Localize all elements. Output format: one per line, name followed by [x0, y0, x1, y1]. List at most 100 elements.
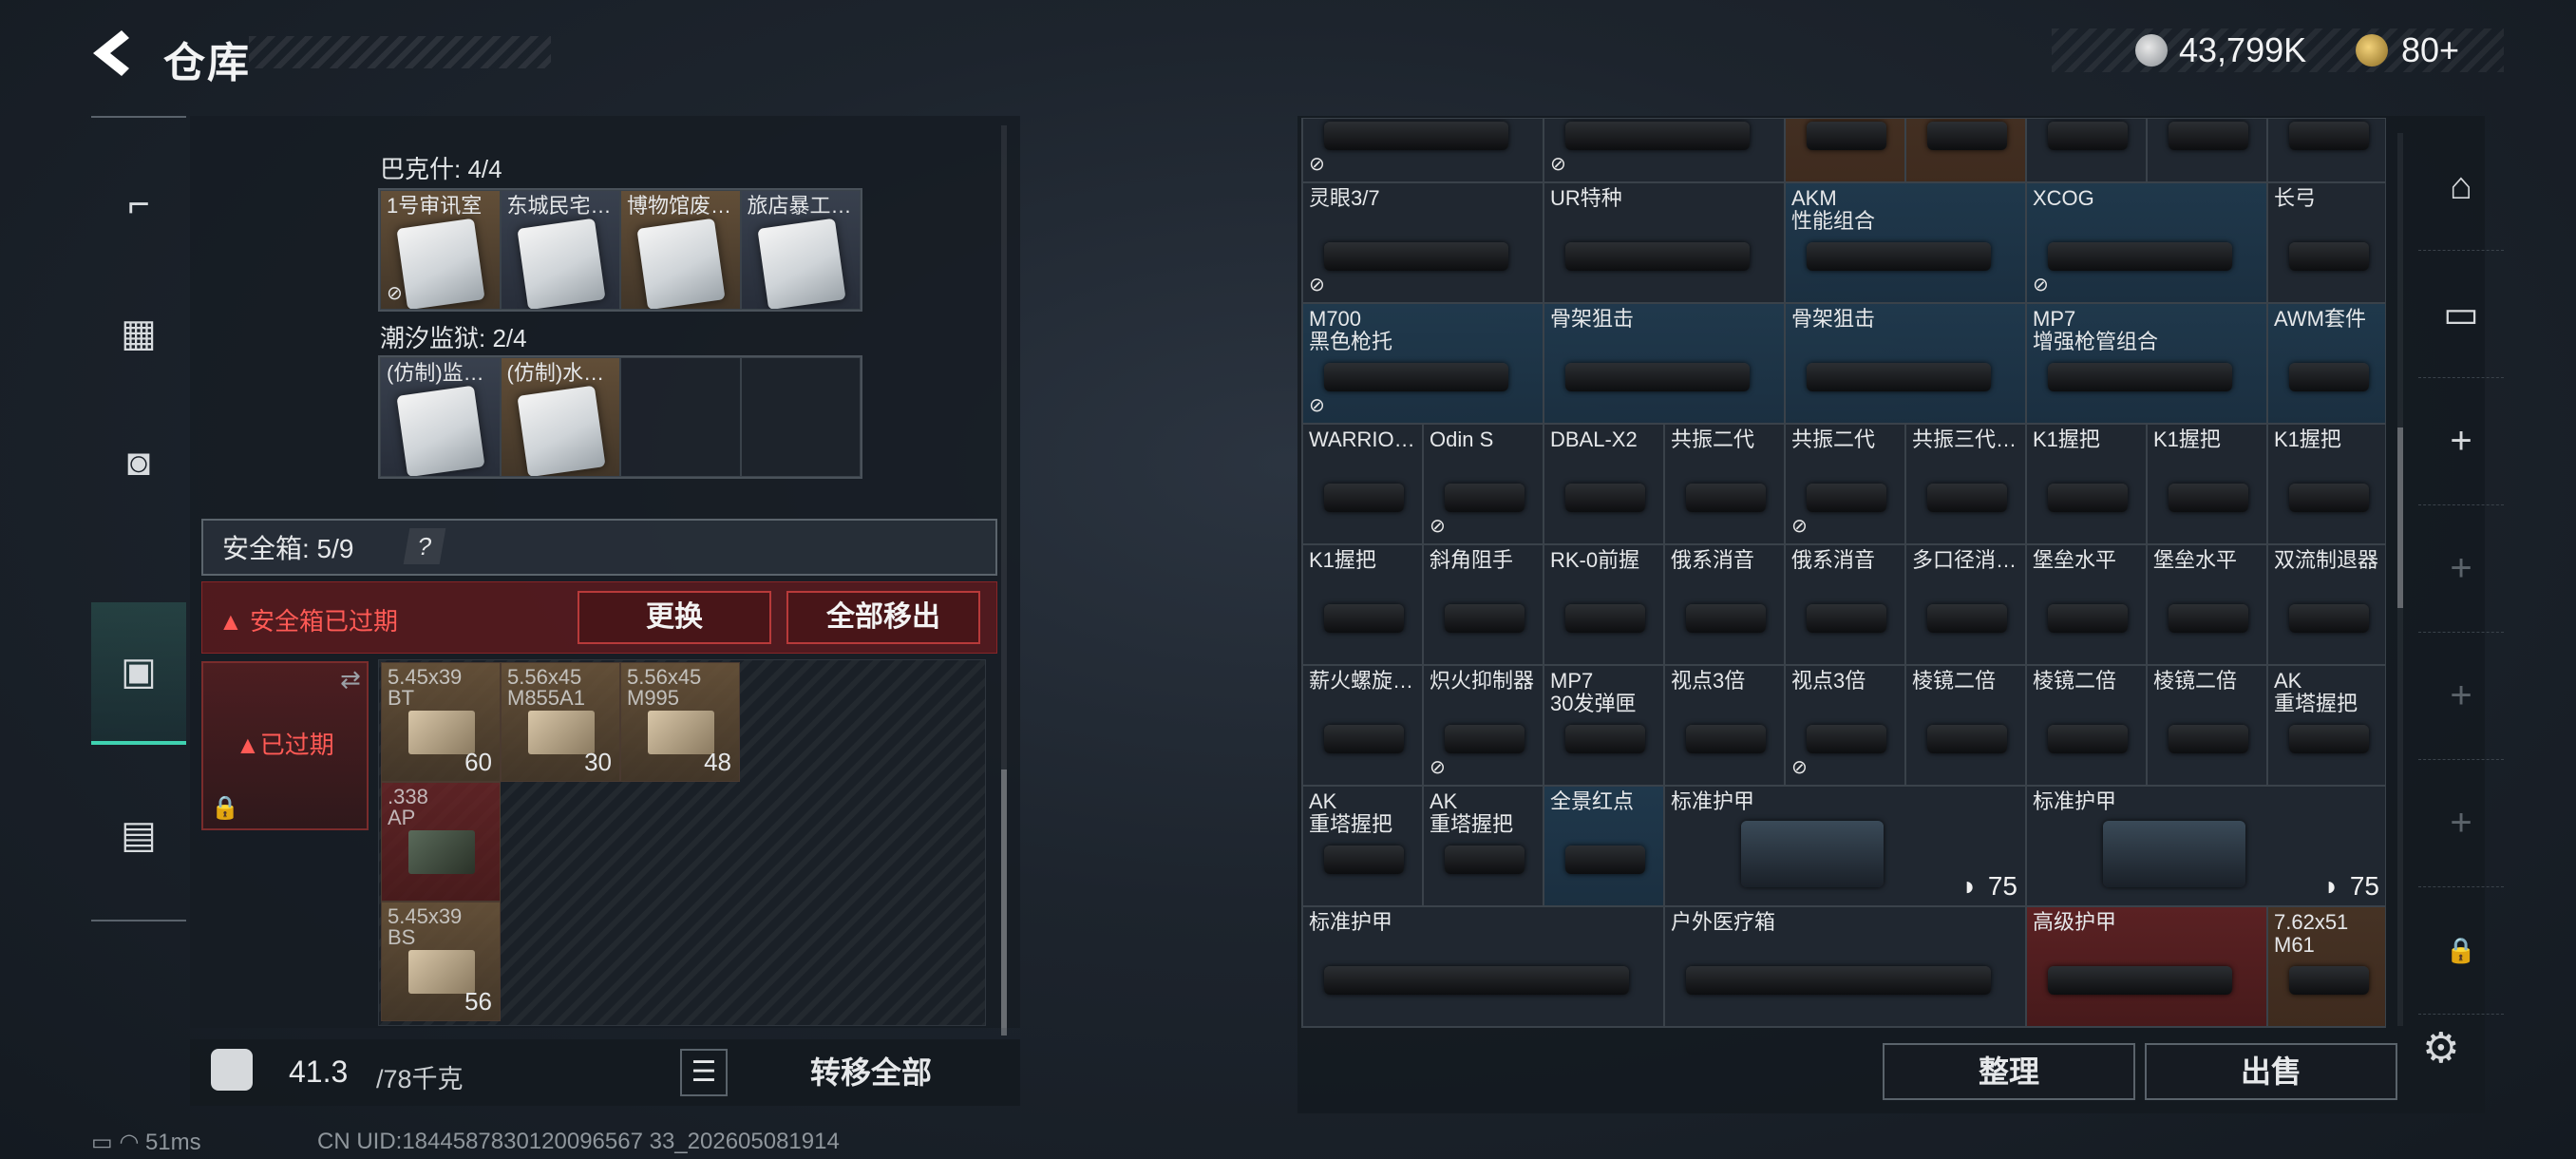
nav-safebox[interactable]: ▣ — [91, 602, 186, 745]
inventory-item[interactable]: AWM套件 — [2267, 303, 2385, 424]
inventory-item[interactable]: 共振三代… — [1905, 424, 2026, 544]
inventory-item[interactable]: AK 重塔握把 — [2267, 665, 2385, 786]
inventory-item[interactable]: 高级护甲 — [2026, 906, 2267, 1027]
sort-button[interactable]: 整理 — [1883, 1043, 2135, 1100]
inventory-item[interactable]: AK 重塔握把 — [1423, 786, 1544, 906]
inventory-item[interactable]: 视点3倍 ⊘ — [1785, 665, 1905, 786]
inventory-item[interactable]: 海盗弯刀 — [2026, 119, 2147, 182]
inventory-item[interactable]: 视点3倍 — [1664, 665, 1785, 786]
inventory-item[interactable]: 棱镜二倍 — [1905, 665, 2026, 786]
item-image — [1324, 122, 1508, 150]
rail-add-3[interactable]: + — [2418, 633, 2504, 760]
item-name: AK 重塔握把 — [2274, 669, 2358, 715]
inventory-item[interactable]: 堡垒水平 — [2147, 544, 2267, 665]
item-image — [1807, 725, 1886, 753]
inventory-item[interactable]: 骨架狙击 — [1785, 303, 2026, 424]
nav-weapons[interactable]: ⌐ — [91, 152, 186, 256]
empty-slot[interactable] — [740, 357, 861, 477]
keycard-slot[interactable]: (仿制)水… — [500, 357, 620, 477]
rail-add-4[interactable]: + — [2418, 760, 2504, 887]
inventory-item[interactable]: 灵眼3/7 ⊘ — [1302, 182, 1544, 303]
keycard-slot[interactable]: 博物馆废… — [620, 190, 741, 310]
ammo-slot[interactable]: 5.45x39 BT 60 — [381, 662, 501, 782]
inventory-item[interactable]: 棱镜二倍 — [2147, 665, 2267, 786]
ammo-slot[interactable]: 5.56x45 M855A1 30 — [501, 662, 620, 782]
keycard-slot[interactable]: 旅店暴工… — [740, 190, 861, 310]
inventory-item[interactable]: 海盗弯刀 — [2147, 119, 2267, 182]
inventory-item[interactable]: 薪火螺旋… — [1302, 665, 1423, 786]
coin-balance[interactable]: 43,799K — [2179, 30, 2306, 70]
rail-lock[interactable]: 🔒 — [2418, 887, 2504, 1015]
token-balance[interactable]: 80+ — [2401, 30, 2459, 70]
nav-toolbox[interactable]: ▤ — [91, 783, 186, 887]
inventory-item[interactable]: MP7 30发弹匣 — [1544, 665, 1664, 786]
item-image — [2048, 242, 2232, 271]
inventory-item[interactable]: ⊘ — [1302, 119, 1544, 182]
inventory-item[interactable]: XCOG ⊘ — [2026, 182, 2267, 303]
inventory-item[interactable]: K1握把 — [2147, 424, 2267, 544]
group-label-bakhsh: 巴克什: 4/4 — [380, 155, 502, 183]
inventory-item[interactable]: 处理器 — [1905, 119, 2026, 182]
inventory-item[interactable]: 海盗弯刀 — [2267, 119, 2385, 182]
sell-button[interactable]: 出售 — [2145, 1043, 2397, 1100]
inventory-item[interactable]: AK 重塔握把 — [1302, 786, 1423, 906]
inventory-item[interactable]: 骨架狙击 — [1544, 303, 1785, 424]
inventory-item[interactable]: WARRIO… — [1302, 424, 1423, 544]
rail-add-1[interactable]: + — [2418, 378, 2504, 505]
inventory-item[interactable]: 俄系消音 — [1664, 544, 1785, 665]
inventory-item[interactable]: 标准护甲 — [1302, 906, 1664, 1027]
nav-armor[interactable]: ▦ — [91, 281, 186, 386]
inventory-item[interactable]: Odin S ⊘ — [1423, 424, 1544, 544]
help-button[interactable]: ? — [403, 528, 446, 564]
inventory-item[interactable]: K1握把 — [1302, 544, 1423, 665]
empty-slot[interactable] — [620, 357, 741, 477]
inventory-item[interactable]: 堡垒水平 — [2026, 544, 2147, 665]
ammo-slot[interactable]: 5.56x45 M995 48 — [620, 662, 740, 782]
inventory-item[interactable]: 共振二代 — [1664, 424, 1785, 544]
inventory-item[interactable]: 炽火抑制器 ⊘ — [1423, 665, 1544, 786]
keycard-slot[interactable]: 东城民宅… — [500, 190, 620, 310]
move-all-out-button[interactable]: 全部移出 — [786, 591, 980, 644]
inventory-item[interactable]: 俄系消音 — [1785, 544, 1905, 665]
inventory-item[interactable]: ⊘ — [1544, 119, 1785, 182]
keycard-slot[interactable]: 1号审讯室 ⊘ — [380, 190, 501, 310]
inventory-item[interactable]: 多口径消… — [1905, 544, 2026, 665]
inventory-item[interactable]: 处理器 — [1785, 119, 1905, 182]
list-view-button[interactable]: ☰ — [680, 1049, 728, 1096]
inventory-item[interactable]: 双流制退器 — [2267, 544, 2385, 665]
inventory-item[interactable]: 标准护甲 ◗ 75 — [2026, 786, 2385, 906]
back-arrow-icon[interactable] — [87, 27, 135, 80]
keycard-slot[interactable]: (仿制)监… — [380, 357, 501, 477]
inventory-item[interactable]: M700 黑色枪托 ⊘ — [1302, 303, 1544, 424]
swap-arrows-icon[interactable]: ⇄ — [340, 665, 361, 694]
inventory-item[interactable]: 7.62x51 M61 — [2267, 906, 2385, 1027]
ammo-box-icon — [408, 830, 475, 874]
inventory-item[interactable]: 长弓 — [2267, 182, 2385, 303]
inventory-item[interactable]: 棱镜二倍 — [2026, 665, 2147, 786]
inventory-item[interactable]: UR特种 — [1544, 182, 1785, 303]
swap-button[interactable]: 更换 — [578, 591, 771, 644]
inventory-item[interactable]: 斜角阻手 — [1423, 544, 1544, 665]
ammo-slot[interactable]: .338 AP — [381, 782, 501, 902]
rail-shop[interactable]: ⌂ — [2418, 124, 2504, 251]
transfer-all-button[interactable]: 转移全部 — [747, 1043, 995, 1102]
battery-icon: ▭ — [91, 1130, 120, 1155]
inventory-item[interactable]: 共振二代 ⊘ — [1785, 424, 1905, 544]
inventory-item[interactable]: 户外医疗箱 — [1664, 906, 2026, 1027]
inventory-item[interactable]: RK-0前握 — [1544, 544, 1664, 665]
gear-icon[interactable]: ⚙ — [2422, 1024, 2466, 1072]
nav-backpack[interactable]: ◙ — [91, 410, 186, 515]
inventory-item[interactable]: 全景红点 — [1544, 786, 1664, 906]
inventory-item[interactable]: AKM 性能组合 — [1785, 182, 2026, 303]
lock-icon: 🔒 — [2445, 936, 2477, 964]
rail-weapon-case[interactable]: ▭ — [2418, 251, 2504, 378]
weight-value: 41.3 — [289, 1054, 349, 1089]
inventory-item[interactable]: DBAL-X2 — [1544, 424, 1664, 544]
ammo-slot[interactable]: 5.45x39 BS 56 — [381, 902, 501, 1021]
inventory-item[interactable]: MP7 增强枪管组合 — [2026, 303, 2267, 424]
inventory-item[interactable]: K1握把 — [2267, 424, 2385, 544]
inventory-item[interactable]: 标准护甲 ◗ 75 — [1664, 786, 2026, 906]
rail-add-2[interactable]: + — [2418, 505, 2504, 633]
inventory-item[interactable]: K1握把 — [2026, 424, 2147, 544]
left-scrollbar-thumb[interactable] — [1001, 770, 1007, 1036]
